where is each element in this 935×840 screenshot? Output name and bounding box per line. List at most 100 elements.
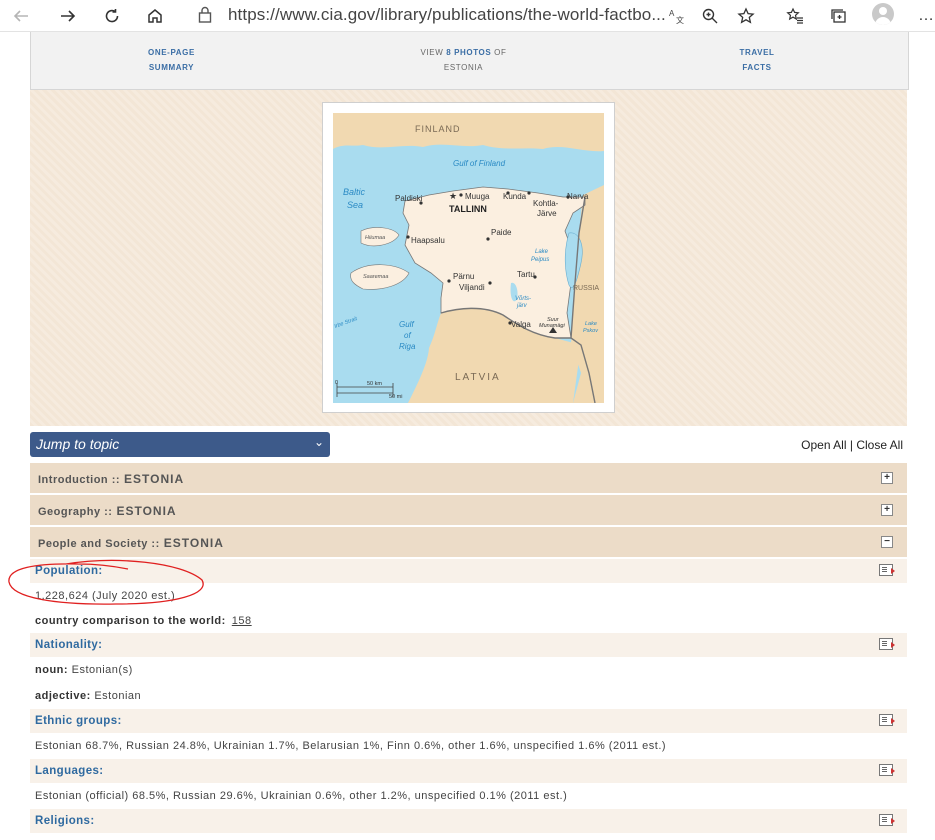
section-people-society[interactable]: People and Society :: ESTONIA − (30, 527, 907, 557)
map-label-gulf-finland: Gulf of Finland (453, 159, 506, 168)
map-label-haapsalu: Haapsalu (411, 236, 445, 245)
map-label-tallinn: TALLINN (449, 204, 487, 214)
map-scale-zero: 0 (335, 380, 338, 386)
openclose-separator: | (846, 438, 857, 452)
section-introduction[interactable]: Introduction :: ESTONIA + (30, 463, 907, 493)
one-page-summary-link[interactable]: ONE-PAGE SUMMARY (129, 45, 214, 75)
section-country: ESTONIA (116, 504, 177, 518)
adjective-label: adjective: (35, 690, 91, 702)
svg-text:文: 文 (676, 15, 684, 25)
jump-to-topic-select[interactable]: Jump to topic ⌄ (30, 432, 330, 457)
map-label-finland: FINLAND (415, 124, 461, 134)
svg-text:★: ★ (449, 191, 457, 201)
map-label-jarve: Järve (537, 209, 557, 218)
expand-icon[interactable]: + (881, 504, 893, 516)
adjective-value: Estonian (94, 690, 142, 702)
open-close-controls: Open All | Close All (801, 438, 903, 452)
field-label[interactable]: Nationality: (35, 639, 102, 651)
svg-text:A: A (669, 9, 675, 18)
refresh-icon[interactable] (99, 3, 125, 29)
map-scale-mi: 50 mi (389, 394, 402, 400)
summary-line1: ONE-PAGE (148, 48, 195, 57)
map-label-gulf: Gulf (399, 320, 414, 329)
photos-country: ESTONIA (443, 63, 484, 72)
noun-label: noun: (35, 664, 69, 676)
comparison-rank-link[interactable]: 158 (232, 615, 252, 627)
collections-icon[interactable] (826, 3, 852, 29)
noun-value: Estonian(s) (71, 664, 133, 676)
field-listing-icon[interactable] (879, 714, 895, 726)
map-label-munamagi: Munamägi (539, 323, 565, 329)
open-all-link[interactable]: Open All (801, 438, 846, 452)
photos-prefix: VIEW (420, 48, 447, 57)
travel-facts-link[interactable]: TRAVEL FACTS (721, 45, 793, 75)
map-label-parnu: Pärnu (453, 272, 474, 281)
favorites-list-icon[interactable] (782, 3, 808, 29)
field-label[interactable]: Languages: (35, 765, 104, 777)
field-listing-icon[interactable] (879, 638, 895, 650)
section-geography[interactable]: Geography :: ESTONIA + (30, 495, 907, 525)
field-listing-icon[interactable] (879, 564, 895, 576)
map-label-kohtla: Kohtla- (533, 199, 559, 208)
map-label-hiiumaa: Hiiumaa (365, 235, 385, 241)
map-label-peipus: Peipus (531, 257, 549, 263)
profile-avatar[interactable] (872, 3, 894, 25)
languages-value: Estonian (official) 68.5%, Russian 29.6%… (35, 790, 568, 802)
more-menu-icon[interactable]: … (913, 3, 935, 29)
map-label-pskov: Pskov (583, 328, 599, 334)
view-photos-link[interactable]: VIEW 8 PHOTOS OF ESTONIA (401, 45, 526, 75)
comparison-label: country comparison to the world: (35, 615, 226, 627)
close-all-link[interactable]: Close All (856, 438, 903, 452)
field-nationality: Nationality: (30, 633, 907, 657)
nationality-noun: noun: Estonian(s) (35, 664, 133, 676)
address-url[interactable]: https://www.cia.gov/library/publications… (228, 5, 666, 25)
section-country: ESTONIA (124, 472, 185, 486)
map-label-saaremaa: Saaremaa (363, 274, 388, 280)
travel-line2: FACTS (742, 63, 772, 72)
forward-icon[interactable] (55, 3, 81, 29)
red-circle-annotation (8, 559, 204, 605)
field-label[interactable]: Religions: (35, 815, 95, 827)
field-ethnic-groups: Ethnic groups: (30, 709, 907, 733)
browser-toolbar: https://www.cia.gov/library/publications… (0, 0, 935, 32)
map-label-russia: RUSSIA (573, 285, 599, 292)
ethnic-groups-value: Estonian 68.7%, Russian 24.8%, Ukrainian… (35, 740, 667, 752)
map-label-paide: Paide (491, 228, 512, 237)
favorite-star-icon[interactable] (733, 3, 759, 29)
section-title: Geography :: (38, 506, 113, 518)
map-label-lake2: Lake (585, 321, 597, 327)
map-label-narva: Narva (567, 192, 589, 201)
country-map[interactable]: ★ FINLAND Gulf of Finland Baltic Sea Pal… (322, 102, 615, 413)
map-label-valga: Valga (511, 320, 531, 329)
section-title: Introduction :: (38, 474, 121, 486)
photos-suffix: OF (491, 48, 507, 57)
collapse-icon[interactable]: − (881, 536, 893, 548)
section-title: People and Society :: (38, 538, 160, 550)
back-icon[interactable] (8, 3, 34, 29)
map-label-kunda: Kunda (503, 192, 527, 201)
summary-line2: SUMMARY (148, 63, 195, 72)
map-label-muuga: Muuga (465, 192, 490, 201)
expand-icon[interactable]: + (881, 472, 893, 484)
field-label[interactable]: Ethnic groups: (35, 715, 122, 727)
section-country: ESTONIA (163, 536, 224, 550)
map-label-tartu: Tartu (517, 270, 535, 279)
field-religions: Religions: (30, 809, 907, 833)
map-label-paldiski: Paldiski (395, 194, 423, 203)
field-listing-icon[interactable] (879, 814, 895, 826)
chevron-down-icon: ⌄ (313, 435, 324, 449)
home-icon[interactable] (142, 3, 168, 29)
map-label-jarv: järv (516, 303, 528, 309)
map-label-sea: Sea (347, 200, 363, 210)
map-label-lake: Lake (535, 249, 549, 255)
jump-label: Jump to topic (36, 436, 120, 452)
field-listing-icon[interactable] (879, 764, 895, 776)
translate-icon[interactable]: A文 (664, 3, 690, 29)
lock-icon (198, 6, 212, 28)
map-label-of: of (404, 331, 411, 340)
map-label-vorts: Võrts- (515, 296, 531, 302)
map-label-latvia: LATVIA (455, 372, 501, 383)
population-comparison: country comparison to the world: 158 (35, 615, 252, 627)
zoom-icon[interactable] (697, 3, 723, 29)
photos-count: 8 PHOTOS (446, 48, 492, 57)
